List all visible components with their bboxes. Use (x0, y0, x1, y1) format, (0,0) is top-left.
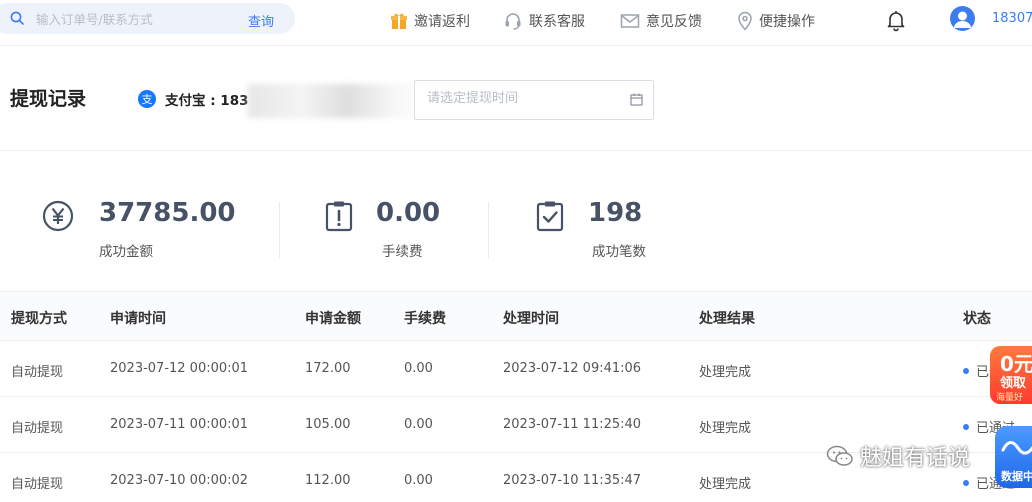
cell-result: 处理完成 (699, 421, 752, 436)
cell-method: 自动提现 (11, 421, 64, 436)
nav-label: 邀请返利 (414, 14, 470, 30)
cell-apply-time: 2023-07-10 00:00:02 (110, 473, 249, 488)
promo-mid-text: 领取 (1000, 376, 1027, 391)
cell-result: 处理完成 (699, 477, 752, 492)
cell-method: 自动提现 (11, 477, 64, 492)
nav-label: 联系客服 (529, 14, 585, 30)
calendar-icon[interactable] (630, 93, 643, 106)
search-button[interactable]: 查询 (248, 11, 274, 30)
cell-process-time: 2023-07-10 11:35:47 (503, 473, 642, 488)
cell-process-time: 2023-07-12 09:41:06 (503, 361, 642, 376)
check-clipboard-icon (536, 201, 564, 232)
alert-clipboard-icon (325, 201, 353, 232)
watermark-text: 魅姐有话说 (860, 446, 971, 471)
cell-result: 处理完成 (699, 365, 752, 380)
page-title: 提现记录 (10, 88, 87, 110)
promo-floating-badge[interactable]: 0元 领取 海量好 (990, 346, 1032, 404)
status-dot (963, 479, 969, 486)
alipay-icon: 支 (138, 90, 156, 108)
column-header: 申请金额 (305, 311, 361, 327)
alipay-account: 支 支付宝 : 183 (138, 89, 248, 109)
account-label: 支付宝 : 183 (165, 93, 249, 109)
status-dot (963, 367, 969, 374)
username[interactable]: 18307 (992, 11, 1032, 26)
nav-label: 便捷操作 (759, 14, 815, 30)
yen-circle-icon (42, 200, 74, 232)
bell-icon[interactable] (884, 8, 908, 32)
nav-quick-actions[interactable]: 便捷操作 (737, 10, 815, 32)
column-header: 手续费 (404, 311, 446, 327)
nav-feedback[interactable]: 意见反馈 (620, 10, 702, 32)
cell-amount: 112.00 (305, 473, 351, 488)
stat-label-success-amount: 成功金额 (99, 244, 153, 260)
cell-method: 自动提现 (11, 365, 64, 380)
stat-label-fee: 手续费 (382, 244, 423, 260)
nav-customer-service[interactable]: 联系客服 (503, 10, 585, 32)
cell-fee: 0.00 (404, 361, 433, 376)
cell-apply-time: 2023-07-11 00:00:01 (110, 417, 249, 432)
section-divider (0, 150, 1032, 151)
cell-fee: 0.00 (404, 417, 433, 432)
gift-icon (391, 13, 407, 29)
cell-amount: 172.00 (305, 361, 351, 376)
avatar[interactable] (950, 6, 975, 31)
cell-amount: 105.00 (305, 417, 351, 432)
cell-process-time: 2023-07-11 11:25:40 (503, 417, 642, 432)
column-header: 状态 (963, 311, 991, 327)
nav-invite-rebate[interactable]: 邀请返利 (390, 10, 470, 32)
user-icon (954, 11, 971, 28)
headset-icon (505, 13, 521, 30)
stat-value-success-count: 198 (588, 198, 643, 228)
table-header: 提现方式 申请时间 申请金额 手续费 处理时间 处理结果 状态 (0, 291, 1032, 341)
cell-fee: 0.00 (404, 473, 433, 488)
wave-icon (1001, 441, 1032, 455)
stat-separator (279, 202, 280, 258)
data-floating-badge[interactable]: 数据中 (995, 426, 1032, 488)
stat-value-fee: 0.00 (376, 198, 441, 228)
data-badge-text: 数据中 (1001, 470, 1032, 483)
wechat-icon (826, 445, 853, 466)
date-input[interactable] (427, 91, 617, 106)
search-icon (10, 11, 24, 25)
stat-label-success-count: 成功笔数 (592, 244, 646, 260)
column-header: 处理时间 (503, 311, 559, 327)
mail-icon (620, 14, 640, 28)
table-row: 自动提现 2023-07-12 00:00:01 172.00 0.00 202… (0, 341, 1032, 397)
order-search: 查询 (0, 3, 295, 34)
nav-label: 意见反馈 (646, 14, 702, 30)
column-header: 提现方式 (11, 311, 67, 327)
cell-apply-time: 2023-07-12 00:00:01 (110, 361, 249, 376)
search-input[interactable] (36, 9, 226, 29)
promo-small-text: 海量好 (996, 393, 1024, 403)
stat-separator (488, 202, 489, 258)
date-picker[interactable] (414, 80, 654, 120)
stat-value-success-amount: 37785.00 (99, 198, 236, 228)
column-header: 申请时间 (110, 311, 166, 327)
column-header: 处理结果 (699, 311, 755, 327)
status-dot (963, 423, 969, 430)
location-pin-icon (738, 11, 752, 31)
top-bar: 查询 邀请返利 联系客服 意见反馈 便捷操作 (0, 0, 1032, 46)
watermark: 魅姐有话说 (826, 440, 970, 472)
redacted-mask (248, 84, 428, 118)
